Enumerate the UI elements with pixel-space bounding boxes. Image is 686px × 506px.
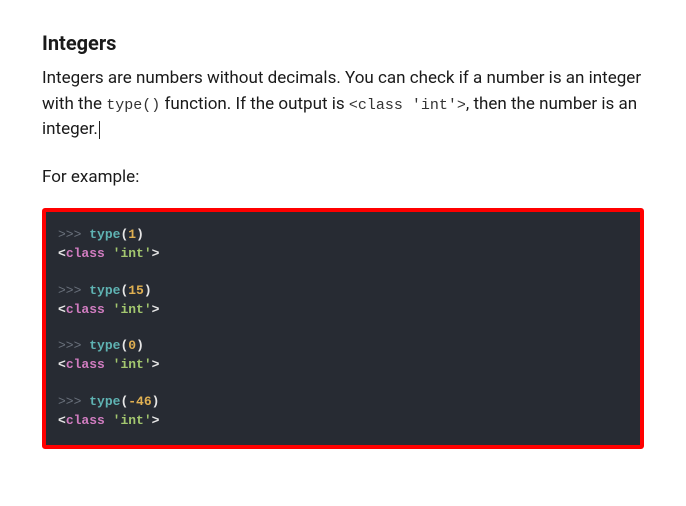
string-int: 'int'	[113, 302, 152, 317]
keyword-type: type	[89, 283, 120, 298]
text-cursor	[99, 121, 100, 139]
repl-prompt: >>>	[58, 283, 81, 298]
number-literal: 15	[128, 283, 144, 298]
keyword-type: type	[89, 394, 120, 409]
text-part2: function. If the output is	[160, 94, 349, 114]
number-literal: -46	[128, 394, 151, 409]
keyword-class: class	[66, 302, 105, 317]
code-block: >>> type(1) <class 'int'> >>> type(15) <…	[42, 208, 644, 449]
number-literal: 1	[128, 227, 136, 242]
code-example-2: >>> type(15) <class 'int'>	[58, 282, 628, 320]
number-literal: 0	[128, 338, 136, 353]
repl-prompt: >>>	[58, 338, 81, 353]
angle-close: >	[152, 246, 160, 261]
keyword-class: class	[66, 413, 105, 428]
angle-close: >	[152, 413, 160, 428]
angle-close: >	[152, 357, 160, 372]
keyword-class: class	[66, 246, 105, 261]
code-example-4: >>> type(-46) <class 'int'>	[58, 393, 628, 431]
paren-close: )	[136, 338, 144, 353]
heading-integers: Integers	[42, 28, 644, 58]
angle-open: <	[58, 357, 66, 372]
example-label: For example:	[42, 165, 644, 191]
repl-prompt: >>>	[58, 394, 81, 409]
angle-open: <	[58, 413, 66, 428]
string-int: 'int'	[113, 246, 152, 261]
angle-open: <	[58, 302, 66, 317]
paren-close: )	[144, 283, 152, 298]
inline-code-class-int: <class 'int'>	[349, 97, 466, 114]
code-example-3: >>> type(0) <class 'int'>	[58, 337, 628, 375]
keyword-type: type	[89, 227, 120, 242]
repl-prompt: >>>	[58, 227, 81, 242]
intro-paragraph: Integers are numbers without decimals. Y…	[42, 66, 644, 143]
code-example-1: >>> type(1) <class 'int'>	[58, 226, 628, 264]
keyword-type: type	[89, 338, 120, 353]
string-int: 'int'	[113, 357, 152, 372]
string-int: 'int'	[113, 413, 152, 428]
paren-close: )	[152, 394, 160, 409]
keyword-class: class	[66, 357, 105, 372]
paren-close: )	[136, 227, 144, 242]
angle-open: <	[58, 246, 66, 261]
inline-code-type: type()	[106, 97, 160, 114]
angle-close: >	[152, 302, 160, 317]
